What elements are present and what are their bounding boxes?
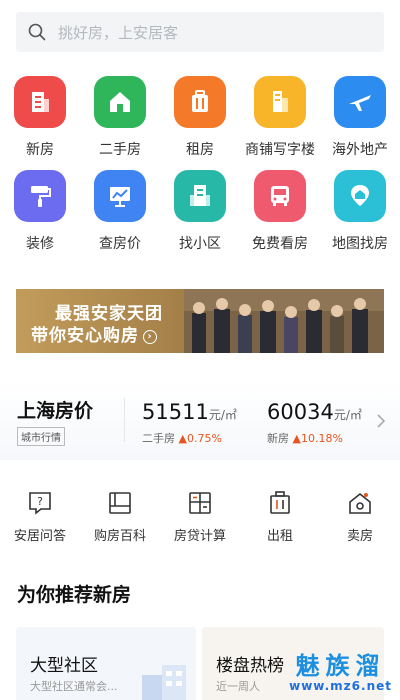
divider xyxy=(124,398,125,442)
tool-label: 安居问答 xyxy=(13,529,66,544)
card-subtitle: 近一周人 xyxy=(216,680,260,693)
paint-roller-icon xyxy=(14,170,66,222)
grid-label: 租房 xyxy=(186,142,214,158)
promo-banner[interactable]: 最强安家天团 带你安心购房 › xyxy=(16,289,384,353)
grid-label: 地图找房 xyxy=(332,236,388,252)
grid-item-map-search[interactable]: 地图找房 xyxy=(320,170,400,264)
grid-item-find-community[interactable]: 找小区 xyxy=(160,170,240,264)
watermark-logo: 魅族溜 www.mz6.net xyxy=(289,652,392,693)
svg-text:?: ? xyxy=(37,495,43,508)
question-bubble-icon: ? xyxy=(29,492,51,515)
airplane-icon xyxy=(334,76,386,128)
building-icon xyxy=(14,76,66,128)
tool-loan-calculator[interactable]: 房贷计算 xyxy=(160,490,240,544)
grid-item-decoration[interactable]: 装修 xyxy=(0,170,80,264)
card-title: 大型社区 xyxy=(30,656,98,676)
grid-label: 新房 xyxy=(26,142,54,158)
grid-item-commercial[interactable]: 商铺写字楼 xyxy=(240,76,320,170)
recommend-section-title: 为你推荐新房 xyxy=(17,584,132,606)
new-house-change: 新房 ▲10.18% xyxy=(267,432,343,445)
search-bar[interactable]: 挑好房，上安居客 xyxy=(16,12,384,52)
grid-label: 找小区 xyxy=(179,236,221,252)
second-hand-change: 二手房 ▲0.75% xyxy=(142,432,222,445)
grid-item-rent[interactable]: 租房 xyxy=(160,76,240,170)
bus-icon xyxy=(254,170,306,222)
grid-label: 查房价 xyxy=(99,236,141,252)
tool-label: 卖房 xyxy=(346,529,373,544)
tool-label: 出租 xyxy=(266,529,293,544)
grid-item-overseas[interactable]: 海外地产 xyxy=(320,76,400,170)
grid-label: 海外地产 xyxy=(332,142,388,158)
city-price-panel[interactable]: 上海房价 城市行情 51511元/㎡ 二手房 ▲0.75% 60034元/㎡ 新… xyxy=(0,380,400,460)
tool-sell-house[interactable]: 卖房 xyxy=(320,490,400,544)
community-illustration xyxy=(142,665,186,700)
tools-row: ? 安居问答 购房百科 房贷计算 出租 卖房 xyxy=(0,490,400,544)
tool-encyclopedia[interactable]: 购房百科 xyxy=(80,490,160,544)
city-market-tag: 城市行情 xyxy=(17,427,65,446)
banner-subtitle: 带你安心购房 › xyxy=(31,321,157,346)
tool-rent-out[interactable]: 出租 xyxy=(240,490,320,544)
tool-label: 房贷计算 xyxy=(173,529,226,544)
grid-item-check-price[interactable]: 查房价 xyxy=(80,170,160,264)
service-grid: 新房 二手房 租房 商铺写字楼 海外地产 装修 查房价 找小区 免费看房 地图找… xyxy=(0,76,400,264)
search-placeholder: 挑好房，上安居客 xyxy=(58,23,179,42)
new-house-price: 60034元/㎡ xyxy=(267,400,362,424)
grid-label: 装修 xyxy=(26,236,54,252)
second-hand-price: 51511元/㎡ xyxy=(142,400,237,424)
arrow-right-icon: › xyxy=(143,330,157,344)
calculator-icon xyxy=(189,492,211,514)
office-building-icon xyxy=(254,76,306,128)
luggage-icon xyxy=(174,76,226,128)
grid-item-second-hand[interactable]: 二手房 xyxy=(80,76,160,170)
search-icon xyxy=(28,23,46,41)
card-subtitle: 大型社区通常会... xyxy=(30,680,118,693)
book-icon xyxy=(109,492,131,514)
suitcase-icon xyxy=(270,491,290,514)
grid-label: 免费看房 xyxy=(252,236,308,252)
tool-qa[interactable]: ? 安居问答 xyxy=(0,490,80,544)
city-price-title: 上海房价 xyxy=(17,400,94,422)
team-photo xyxy=(184,289,384,353)
grid-item-new-house[interactable]: 新房 xyxy=(0,76,80,170)
recommend-card-large-community[interactable]: 大型社区 大型社区通常会... xyxy=(16,627,196,700)
house-sell-icon xyxy=(349,492,371,514)
grid-label: 二手房 xyxy=(99,142,141,158)
map-pin-icon xyxy=(334,170,386,222)
grid-item-free-viewing[interactable]: 免费看房 xyxy=(240,170,320,264)
apartment-icon xyxy=(174,170,226,222)
card-title: 楼盘热榜 xyxy=(216,656,284,676)
tool-label: 购房百科 xyxy=(93,529,146,544)
chevron-right-icon xyxy=(377,414,386,428)
chart-board-icon xyxy=(94,170,146,222)
grid-label: 商铺写字楼 xyxy=(245,142,315,158)
house-icon xyxy=(94,76,146,128)
